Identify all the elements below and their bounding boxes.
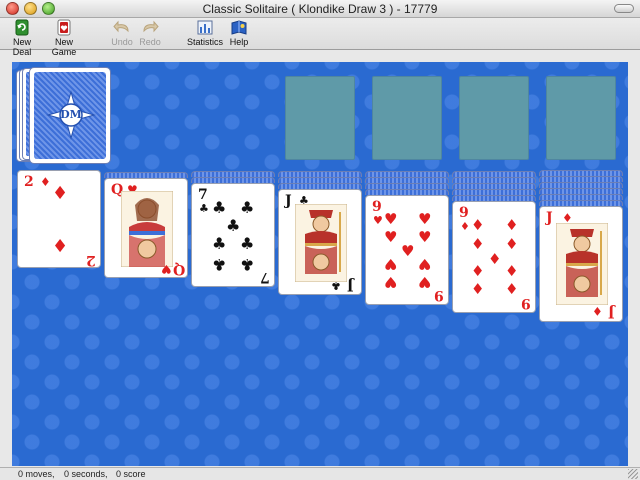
diamond-suit-icon: ♦ — [460, 220, 470, 233]
card-rank: 9 — [372, 199, 382, 215]
card-rank: 2 — [24, 174, 34, 190]
foundation-slot-2[interactable] — [372, 76, 442, 160]
diamond-suit-icon: ♦ — [471, 262, 485, 280]
club-suit-icon: ♣ — [212, 198, 227, 217]
diamond-suit-icon: ♦ — [471, 280, 485, 298]
diamond-suit-icon: ♦ — [52, 183, 69, 204]
stock-top-card[interactable]: DM — [29, 67, 111, 164]
playing-card[interactable]: 7 ♣ ♣ ♣ ♣ ♣ ♣ ♣ ♣ 7 — [191, 183, 275, 287]
playing-card[interactable]: 9 ♥ ♥ ♥ ♥ ♥ ♥ ♥ ♥ ♥ ♥ 9 — [365, 195, 449, 305]
card-rank: 9 — [459, 205, 469, 221]
playing-card[interactable]: 2 ♦ ♦ ♦ 2 — [17, 170, 101, 268]
title-bar: Classic Solitaire ( Klondike Draw 3 ) - … — [0, 0, 640, 18]
card-rank: J — [608, 304, 615, 320]
diamond-suit-icon: ♦ — [505, 262, 519, 280]
card-rank: 7 — [198, 187, 208, 203]
diamond-suit-icon: ♦ — [592, 304, 603, 318]
heart-suit-icon: ♥ — [401, 242, 415, 260]
undo-label: Undo — [111, 37, 133, 47]
playing-card[interactable]: J ♦ ♦ J — [539, 206, 623, 322]
score-value: 0 score — [116, 469, 146, 479]
card-rank: J — [285, 193, 292, 209]
club-suit-icon: ♣ — [226, 216, 241, 235]
card-rank: 2 — [86, 252, 96, 268]
diamond-suit-icon: ♦ — [505, 235, 519, 253]
card-rank: 7 — [260, 269, 270, 285]
heart-suit-icon: ♥ — [418, 273, 432, 291]
status-bar: 0 moves, 0 seconds, 0 score — [0, 467, 640, 480]
heart-suit-icon: ♥ — [384, 255, 398, 273]
club-suit-icon: ♣ — [331, 279, 341, 292]
foundation-slot-1[interactable] — [285, 76, 355, 160]
new-deal-button[interactable]: New Deal — [4, 18, 40, 57]
resize-grip-icon[interactable] — [628, 469, 638, 479]
redo-arrow-icon — [143, 20, 159, 33]
playing-card[interactable]: Q ♥ ♥ Q — [104, 178, 188, 278]
help-label: Help — [229, 37, 249, 47]
club-suit-icon: ♣ — [212, 255, 227, 274]
window-title: Classic Solitaire ( Klondike Draw 3 ) - … — [202, 2, 438, 16]
zoom-window-button[interactable] — [42, 2, 55, 15]
statistics-icon — [197, 20, 213, 35]
diamond-suit-icon: ♦ — [471, 235, 485, 253]
playing-card[interactable]: 9 ♦ ♦ ♦ ♦ ♦ ♦ ♦ ♦ ♦ ♦ 9 — [452, 201, 536, 313]
diamond-suit-icon: ♦ — [40, 175, 51, 189]
card-rank: J — [347, 277, 354, 293]
club-suit-icon: ♣ — [212, 234, 227, 253]
diamond-suit-icon: ♦ — [505, 280, 519, 298]
card-rank: Q — [173, 261, 186, 277]
heart-suit-icon: ♥ — [418, 210, 432, 228]
heart-suit-icon: ♥ — [373, 214, 383, 227]
heart-suit-icon: ♥ — [418, 255, 432, 273]
new-deal-icon — [15, 19, 29, 36]
playing-card[interactable]: J ♣ ♣ J — [278, 189, 362, 295]
foundation-slot-4[interactable] — [546, 76, 616, 160]
statistics-button[interactable]: Statistics — [186, 18, 224, 50]
moves-count: 0 moves, — [18, 469, 55, 479]
redo-button[interactable]: Redo — [136, 18, 164, 50]
diamond-suit-icon: ♦ — [488, 250, 502, 268]
queen-face-card-icon — [121, 191, 173, 267]
diamond-suit-icon: ♦ — [505, 216, 519, 234]
card-rank: 9 — [434, 287, 444, 303]
new-deal-label: New Deal — [12, 37, 32, 57]
help-book-icon — [231, 20, 247, 35]
club-suit-icon: ♣ — [240, 255, 255, 274]
redo-label: Redo — [139, 37, 161, 47]
card-rank: J — [546, 210, 553, 226]
jack-face-card-icon — [295, 204, 347, 282]
heart-suit-icon: ♥ — [161, 262, 172, 276]
statistics-label: Statistics — [186, 37, 223, 47]
heart-suit-icon: ♥ — [384, 228, 398, 246]
diamond-suit-icon: ♦ — [52, 234, 69, 255]
foundation-slot-3[interactable] — [459, 76, 529, 160]
club-suit-icon: ♣ — [240, 234, 255, 253]
undo-button[interactable]: Undo — [108, 18, 136, 50]
toolbar: New Deal New Game Undo Redo Statistics H… — [0, 18, 640, 57]
toolbar-toggle-button[interactable] — [614, 4, 634, 13]
diamond-suit-icon: ♦ — [471, 216, 485, 234]
stock-pile[interactable]: DM — [16, 67, 112, 167]
heart-suit-icon: ♥ — [384, 273, 398, 291]
help-button[interactable]: Help — [226, 18, 252, 50]
club-suit-icon: ♣ — [199, 202, 209, 215]
new-game-icon — [57, 19, 71, 36]
new-game-label: New Game — [51, 37, 77, 57]
new-game-button[interactable]: New Game — [44, 18, 84, 57]
club-suit-icon: ♣ — [240, 198, 255, 217]
jack-face-card-icon — [556, 223, 608, 305]
heart-suit-icon: ♥ — [384, 210, 398, 228]
heart-suit-icon: ♥ — [418, 228, 432, 246]
elapsed-seconds: 0 seconds, — [64, 469, 108, 479]
minimize-window-button[interactable] — [24, 2, 37, 15]
undo-arrow-icon — [113, 20, 129, 33]
card-rank: 9 — [521, 295, 531, 311]
stock-logo-text: DM — [60, 108, 82, 121]
close-window-button[interactable] — [6, 2, 19, 15]
